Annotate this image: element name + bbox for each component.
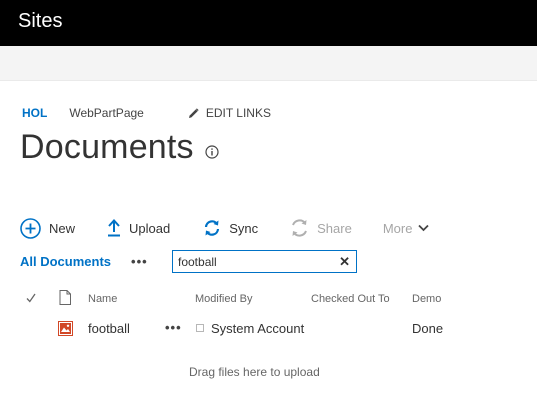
share-button[interactable]: Share [290,219,352,237]
pencil-icon [188,107,199,118]
more-label: More [382,220,413,236]
demo-value: Done [412,321,444,336]
ribbon [0,46,537,81]
column-header-name[interactable]: Name [88,293,117,305]
row-ellipsis-icon[interactable]: ••• [165,320,182,335]
upload-arrow-icon [108,219,121,237]
sync-label: Sync [229,220,259,236]
breadcrumb-page-link[interactable]: WebPartPage [69,106,144,120]
more-button[interactable]: More [383,221,430,236]
view-bar: All Documents ••• ✕ [20,250,357,273]
breadcrumb-home-link[interactable]: HOL [22,106,47,120]
share-icon [292,219,308,237]
presence-indicator [196,324,204,332]
view-selector-all-documents[interactable]: All Documents [20,254,111,269]
checkmark-icon[interactable] [26,291,36,305]
file-name-link[interactable]: football [88,321,130,336]
chevron-down-icon [418,224,430,232]
breadcrumb: HOL WebPartPage EDIT LINKS [22,104,271,122]
share-label: Share [317,220,352,236]
page-title-row: Documents [20,128,219,167]
edit-links-label: EDIT LINKS [205,106,271,120]
command-bar: New Upload Sync Share More [20,217,430,239]
plus-circle-icon [20,217,41,239]
search-box: ✕ [172,250,357,273]
upload-button[interactable]: Upload [107,219,170,237]
column-header-modified-by[interactable]: Modified By [195,293,252,305]
document-icon[interactable] [59,290,71,305]
modified-by-value[interactable]: System Account [211,321,304,336]
column-header-demo[interactable]: Demo [412,293,441,305]
edit-links-button[interactable]: EDIT LINKS [188,106,271,120]
image-file-icon [58,321,73,336]
info-icon[interactable] [205,144,219,159]
dropzone-text: Drag files here to upload [189,365,320,379]
view-options-ellipsis-icon[interactable]: ••• [131,254,148,269]
suite-bar-title[interactable]: Sites [18,10,62,33]
suite-bar: Sites [0,0,537,46]
sync-icon [205,220,220,236]
upload-label: Upload [129,220,171,236]
new-label: New [49,220,76,236]
search-input[interactable] [173,251,333,272]
table-row[interactable]: football ••• System Account Done [0,318,537,340]
list-header: Name Modified By Checked Out To Demo [0,290,537,310]
column-header-checked-out-to[interactable]: Checked Out To [311,293,390,305]
clear-icon[interactable]: ✕ [339,254,350,270]
page-title: Documents [20,128,194,166]
new-button[interactable]: New [20,217,76,239]
sync-button[interactable]: Sync [203,219,258,237]
